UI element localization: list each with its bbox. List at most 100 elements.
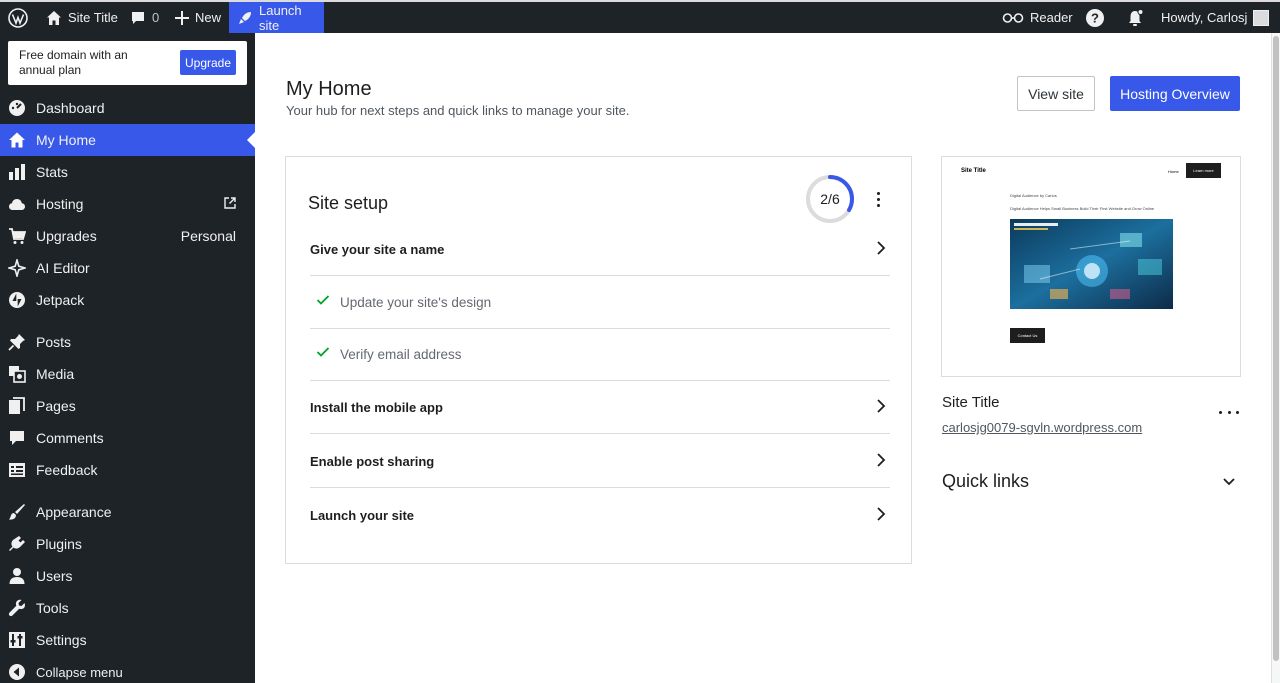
launch-label: Launch site xyxy=(259,2,302,33)
site-setup-title: Site setup xyxy=(308,193,389,213)
sidebar-item-appearance[interactable]: Appearance xyxy=(0,496,255,528)
feedback-icon xyxy=(8,461,26,479)
task-label: Enable post sharing xyxy=(310,453,435,469)
sidebar-item-jetpack[interactable]: Jetpack xyxy=(0,284,255,316)
howdy-text: Howdy, Carlosj xyxy=(1161,10,1248,25)
comment-icon xyxy=(8,429,26,447)
task-label: Install the mobile app xyxy=(310,399,443,415)
chevron-down-icon[interactable] xyxy=(1222,474,1236,492)
promo-text: Free domain with an annual plan xyxy=(19,48,128,77)
task-label: Give your site a name xyxy=(310,241,445,257)
hosting-overview-button[interactable]: Hosting Overview xyxy=(1110,76,1240,111)
sidebar-item-dashboard[interactable]: Dashboard xyxy=(0,92,255,124)
sidebar-item-hosting[interactable]: Hosting xyxy=(0,188,255,220)
svg-text:?: ? xyxy=(1091,10,1099,25)
home-icon xyxy=(46,10,62,26)
sidebar-item-label: Pages xyxy=(36,398,76,414)
sidebar-item-label: Settings xyxy=(36,632,87,648)
site-url-link[interactable]: carlosjg0079-sgvln.wordpress.com xyxy=(942,420,1142,435)
sidebar-item-label: Dashboard xyxy=(36,100,105,116)
quick-links-heading[interactable]: Quick links xyxy=(942,471,1029,492)
sidebar-item-label: Tools xyxy=(36,600,69,616)
account-menu[interactable]: Howdy, Carlosj xyxy=(1161,2,1270,33)
sidebar-item-plugins[interactable]: Plugins xyxy=(0,528,255,560)
sidebar-item-label: Hosting xyxy=(36,196,84,212)
sidebar-item-media[interactable]: Media xyxy=(0,358,255,390)
cart-icon xyxy=(8,227,26,245)
sidebar-item-label: Stats xyxy=(36,164,68,180)
sidebar-item-label: AI Editor xyxy=(36,260,90,276)
reader-link[interactable]: Reader xyxy=(1002,2,1073,33)
view-site-button[interactable]: View site xyxy=(1017,76,1095,111)
task-label: Verify email address xyxy=(340,346,462,362)
sidebar-item-comments[interactable]: Comments xyxy=(0,422,255,454)
sidebar-item-my-home[interactable]: My Home xyxy=(0,124,255,156)
task-label: Update your site's design xyxy=(340,294,492,310)
new-content-link[interactable]: New xyxy=(175,2,221,33)
reader-glasses-icon xyxy=(1002,11,1024,25)
scrollbar-thumb[interactable] xyxy=(1273,36,1279,661)
launch-site-button[interactable]: Launch site xyxy=(229,2,324,33)
site-more-options-icon[interactable] xyxy=(1219,404,1239,420)
preview-nav-home: Home xyxy=(1168,169,1179,174)
wordpress-logo-icon[interactable] xyxy=(8,2,28,33)
sidebar-item-settings[interactable]: Settings xyxy=(0,624,255,656)
new-label: New xyxy=(195,10,222,25)
site-preview-thumbnail[interactable]: Site Title Home Learn more Digital Audie… xyxy=(941,156,1241,377)
user-icon xyxy=(8,567,26,585)
preview-hero-image xyxy=(1010,219,1173,309)
chevron-right-icon xyxy=(876,507,886,524)
plus-icon xyxy=(175,10,189,25)
sidebar-item-label: Collapse menu xyxy=(36,664,123,680)
collapse-icon xyxy=(8,663,26,681)
task-enable-post-sharing[interactable]: Enable post sharing xyxy=(310,435,890,488)
stats-icon xyxy=(8,163,26,181)
preview-learn-more-button: Learn more xyxy=(1186,163,1221,178)
sidebar-item-posts[interactable]: Posts xyxy=(0,326,255,358)
sidebar-item-tools[interactable]: Tools xyxy=(0,592,255,624)
cloud-icon xyxy=(8,195,26,213)
sidebar-item-ai-editor[interactable]: AI Editor xyxy=(0,252,255,284)
site-title-text: Site Title xyxy=(68,10,118,25)
comments-link[interactable]: 0 xyxy=(130,2,159,33)
task-update-design[interactable]: Update your site's design xyxy=(310,276,890,329)
preview-site-title: Site Title xyxy=(961,168,986,174)
chevron-right-icon xyxy=(876,399,886,416)
site-setup-card: Site setup 2/6 Give your site a name Upd… xyxy=(285,156,912,564)
task-give-site-name[interactable]: Give your site a name xyxy=(310,223,890,276)
task-verify-email[interactable]: Verify email address xyxy=(310,328,890,381)
notifications-bell-icon[interactable] xyxy=(1126,2,1144,33)
checkmark-icon xyxy=(316,346,330,361)
sidebar-item-stats[interactable]: Stats xyxy=(0,156,255,188)
help-icon[interactable]: ? xyxy=(1086,2,1104,33)
task-launch-site[interactable]: Launch your site xyxy=(310,489,890,542)
preview-tagline: Digital Audience by Carlos xyxy=(1010,193,1057,198)
page-subtitle: Your hub for next steps and quick links … xyxy=(286,103,630,118)
upgrade-button[interactable]: Upgrade xyxy=(180,50,236,75)
sidebar-item-upgrades[interactable]: Upgrades Personal xyxy=(0,220,255,252)
dashboard-icon xyxy=(8,99,26,117)
task-label: Launch your site xyxy=(310,508,415,523)
site-title-link[interactable]: Site Title xyxy=(46,2,118,33)
home-icon xyxy=(8,131,26,149)
setup-more-options-icon[interactable] xyxy=(870,187,886,211)
sidebar-item-users[interactable]: Users xyxy=(0,560,255,592)
sidebar-item-collapse-menu[interactable]: Collapse menu xyxy=(0,656,255,683)
page-title: My Home xyxy=(286,78,372,100)
sidebar: Free domain with an annual plan Upgrade … xyxy=(0,33,255,683)
sidebar-item-label: Upgrades xyxy=(36,228,97,244)
rocket-icon xyxy=(237,10,253,26)
preview-headline: Digital Audience Helps Small Business Bu… xyxy=(1010,206,1155,211)
task-install-mobile-app[interactable]: Install the mobile app xyxy=(310,381,890,434)
admin-bar: Site Title 0 New Launch site Reader ? Ho… xyxy=(0,0,1280,33)
sidebar-item-label: Feedback xyxy=(36,462,98,478)
sparkle-icon xyxy=(8,259,26,277)
sidebar-item-label: My Home xyxy=(36,132,96,148)
reader-label: Reader xyxy=(1030,10,1073,25)
sidebar-item-feedback[interactable]: Feedback xyxy=(0,454,255,486)
sidebar-item-label: Appearance xyxy=(36,504,112,520)
sidebar-item-label: Plugins xyxy=(36,536,82,552)
sidebar-item-label: Users xyxy=(36,568,73,584)
pin-icon xyxy=(8,333,26,351)
sidebar-item-pages[interactable]: Pages xyxy=(0,390,255,422)
